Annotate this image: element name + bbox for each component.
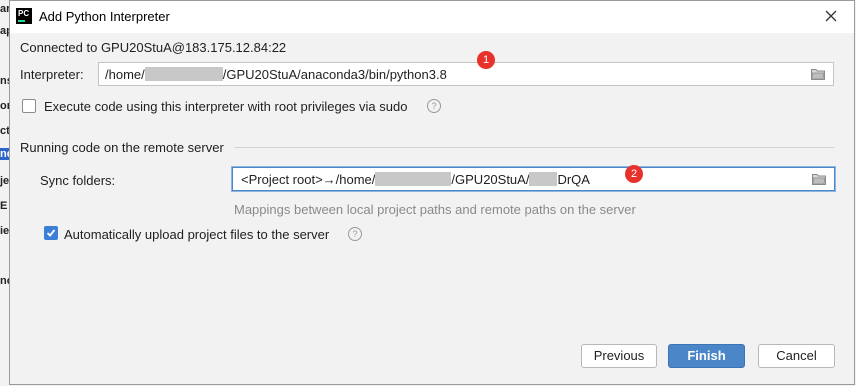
section-divider [234,147,834,148]
interpreter-path: /home/ /GPU20StuA/anaconda3/bin/python3.8 [105,67,447,82]
sync-value-suffix: DrQA [557,172,590,187]
auto-upload-label: Automatically upload project files to th… [64,227,330,242]
redacted-segment [529,172,558,186]
sync-folders-value: <Project root>→/home/ /GPU20StuA/DrQA [241,172,590,187]
folder-icon[interactable] [812,173,826,185]
annotation-badge-2: 2 [625,165,643,183]
root-privileges-label: Execute code using this interpreter with… [44,99,408,114]
sync-value-prefix: <Project root>→/home/ [241,172,376,187]
previous-button[interactable]: Previous [581,344,657,368]
root-privileges-checkbox[interactable] [22,99,36,113]
help-icon[interactable]: ? [348,227,362,241]
interpreter-label: Interpreter: [20,67,84,82]
dialog-titlebar: PC Add Python Interpreter [10,1,854,33]
bg-fragment: ie [0,225,10,237]
folder-icon[interactable] [811,68,825,80]
dialog-title: Add Python Interpreter [39,9,170,24]
finish-button[interactable]: Finish [668,344,745,368]
redacted-username [375,172,452,186]
cancel-button[interactable]: Cancel [758,344,835,368]
sync-folders-hint: Mappings between local project paths and… [234,202,636,217]
section-title: Running code on the remote server [20,140,224,155]
interpreter-path-prefix: /home/ [105,67,145,82]
checkmark-icon [46,229,56,237]
help-icon[interactable]: ? [427,99,441,113]
redacted-username [144,67,223,81]
annotation-badge-1: 1 [477,51,495,69]
bg-fragment: E [0,200,8,212]
connection-status: Connected to GPU20StuA@183.175.12.84:22 [20,40,287,55]
sync-folders-field[interactable]: <Project root>→/home/ /GPU20StuA/DrQA [232,167,835,191]
add-python-interpreter-dialog: PC Add Python Interpreter Connected to G… [9,0,855,385]
interpreter-field[interactable]: /home/ /GPU20StuA/anaconda3/bin/python3.8 [98,62,834,86]
sync-folders-label: Sync folders: [40,173,116,188]
pycharm-logo-icon: PC [16,8,32,24]
interpreter-path-suffix: /GPU20StuA/anaconda3/bin/python3.8 [222,67,447,82]
auto-upload-checkbox[interactable] [44,226,58,240]
sync-value-middle: /GPU20StuA/ [451,172,530,187]
close-icon[interactable] [822,7,840,25]
bg-fragment: je [0,175,10,187]
